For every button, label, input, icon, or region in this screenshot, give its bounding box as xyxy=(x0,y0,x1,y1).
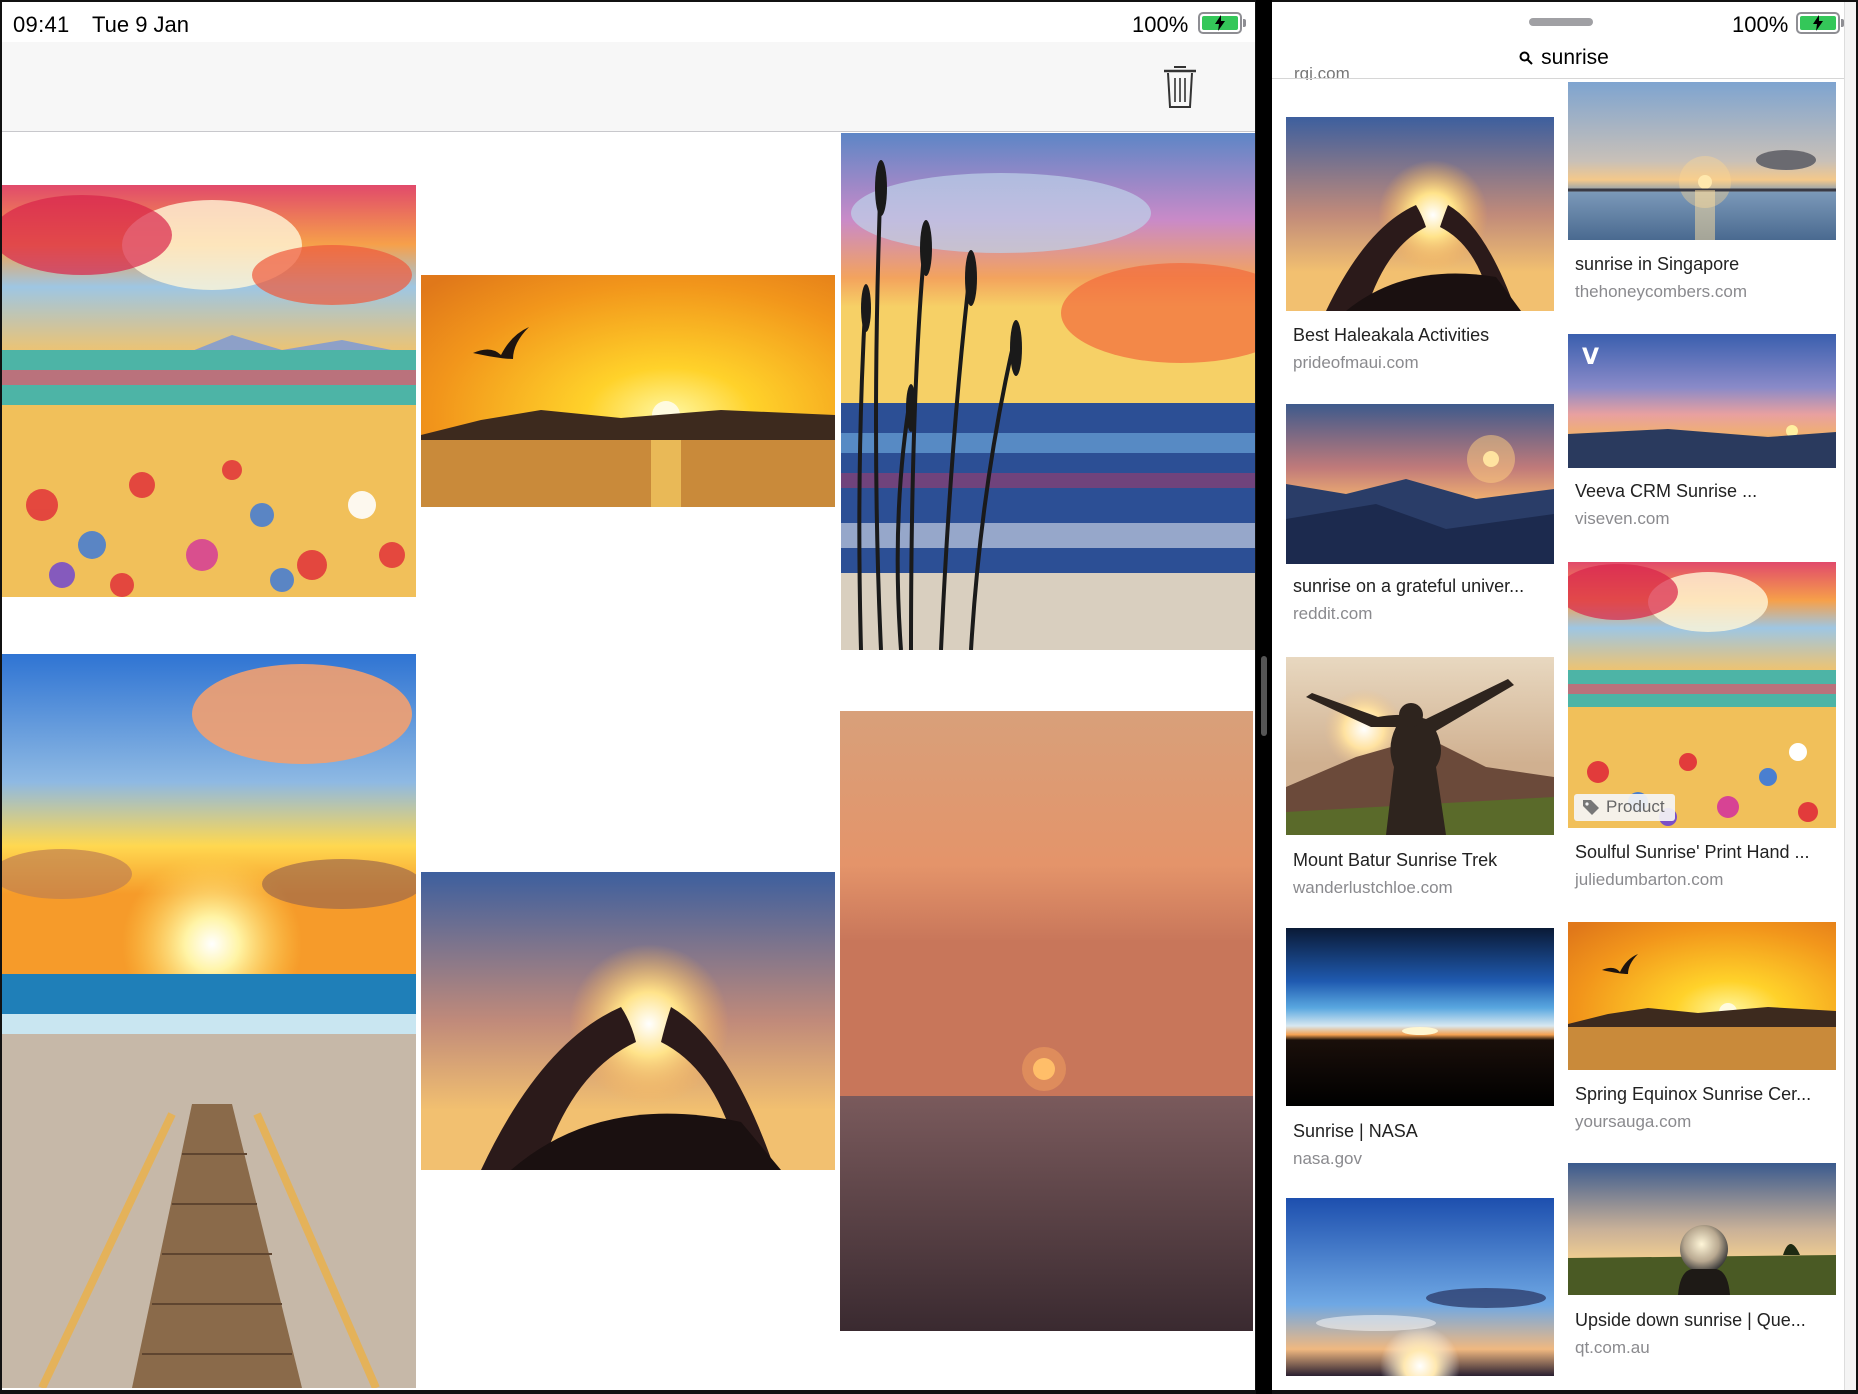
toolbar xyxy=(2,42,1255,132)
result-card[interactable]: V Veeva CRM Sunrise ... viseven.com xyxy=(1568,334,1836,534)
result-title: Soulful Sunrise' Print Hand ... xyxy=(1575,842,1810,862)
result-card[interactable]: Sunrise | NASA nasa.gov xyxy=(1286,928,1554,1168)
gallery-photo-hazy-sea-sunset[interactable] xyxy=(840,711,1253,1331)
result-thumbnail xyxy=(1286,928,1554,1106)
search-bar[interactable]: sunrise xyxy=(1272,38,1856,78)
status-date: Tue 9 Jan xyxy=(92,12,190,37)
result-thumbnail xyxy=(1286,117,1554,311)
product-badge: Product xyxy=(1574,794,1675,821)
result-thumbnail xyxy=(1286,1198,1554,1376)
divider-line xyxy=(1272,78,1856,79)
result-source: viseven.com xyxy=(1575,509,1670,528)
status-time: 09:41 xyxy=(13,12,70,37)
result-title: Mount Batur Sunrise Trek xyxy=(1293,850,1498,870)
result-card[interactable]: sunrise on a grateful univer... reddit.c… xyxy=(1286,404,1554,624)
battery-icon xyxy=(1198,12,1246,34)
result-source: juliedumbarton.com xyxy=(1575,870,1724,889)
result-title: sunrise on a grateful univer... xyxy=(1293,576,1525,596)
result-thumbnail xyxy=(1568,1163,1836,1295)
result-thumbnail: V xyxy=(1568,334,1836,468)
result-title: sunrise in Singapore xyxy=(1575,254,1740,274)
result-title: Best Haleakala Activities xyxy=(1293,325,1490,345)
result-card[interactable]: Mount Batur Sunrise Trek wanderlustchloe… xyxy=(1286,657,1554,897)
result-source: yoursauga.com xyxy=(1575,1112,1692,1131)
tag-icon xyxy=(1583,800,1599,815)
split-view-divider[interactable] xyxy=(1256,0,1272,1394)
result-source: prideofmaui.com xyxy=(1293,353,1419,372)
gallery-photo-painted-reeds[interactable] xyxy=(841,133,1255,650)
search-icon xyxy=(1519,51,1533,65)
result-card[interactable] xyxy=(1286,1198,1554,1378)
photo-gallery xyxy=(2,133,1255,1390)
status-bar-right: 100% xyxy=(1272,2,1856,42)
gallery-photo-bird-sunset[interactable] xyxy=(421,275,835,507)
battery-icon-right xyxy=(1796,12,1844,34)
gallery-photo-heart-hands[interactable] xyxy=(421,872,835,1170)
battery-percentage: 100% xyxy=(1132,12,1189,37)
app-grabber-handle[interactable] xyxy=(1529,18,1593,26)
result-source: thehoneycombers.com xyxy=(1575,282,1747,301)
scroll-edge-peek xyxy=(1844,2,1856,1390)
result-title: Sunrise | NASA xyxy=(1293,1121,1418,1141)
search-query: sunrise xyxy=(1541,46,1609,69)
svg-text:V: V xyxy=(1582,345,1599,370)
result-thumbnail xyxy=(1568,562,1836,828)
trash-icon[interactable] xyxy=(1160,62,1200,110)
result-card[interactable]: Spring Equinox Sunrise Cer... yoursauga.… xyxy=(1568,922,1836,1142)
left-app: 09:41 Tue 9 Jan 100% xyxy=(2,2,1255,1390)
result-thumbnail xyxy=(1286,657,1554,835)
result-thumbnail xyxy=(1286,404,1554,564)
result-source: nasa.gov xyxy=(1293,1149,1362,1168)
result-title: Veeva CRM Sunrise ... xyxy=(1575,481,1758,501)
split-view-screen: 09:41 Tue 9 Jan 100% 100% sunrise rgj.co… xyxy=(0,0,1858,1394)
result-source: qt.com.au xyxy=(1575,1338,1650,1357)
result-source: wanderlustchloe.com xyxy=(1293,878,1453,897)
battery-percentage-right: 100% xyxy=(1732,12,1789,37)
result-source: reddit.com xyxy=(1293,604,1373,623)
result-title: Upside down sunrise | Que... xyxy=(1575,1310,1806,1330)
result-card[interactable]: Best Haleakala Activities prideofmaui.co… xyxy=(1286,117,1554,372)
right-app: 100% sunrise rgj.com Best Haleakala Acti… xyxy=(1272,2,1856,1390)
divider-handle[interactable] xyxy=(1261,656,1267,736)
result-thumbnail xyxy=(1568,82,1836,240)
result-card[interactable]: Product Soulful Sunrise' Print Hand ... … xyxy=(1568,562,1836,892)
result-card[interactable]: sunrise in Singapore thehoneycombers.com xyxy=(1568,82,1836,307)
gallery-photo-beach-boardwalk[interactable] xyxy=(2,654,416,1388)
gallery-photo-painted-field[interactable] xyxy=(2,185,416,597)
result-title: Spring Equinox Sunrise Cer... xyxy=(1575,1084,1812,1104)
result-card[interactable]: Upside down sunrise | Que... qt.com.au xyxy=(1568,1163,1836,1363)
product-badge-label: Product xyxy=(1606,797,1665,816)
status-bar: 09:41 Tue 9 Jan 100% xyxy=(2,2,1255,42)
result-thumbnail xyxy=(1568,922,1836,1070)
